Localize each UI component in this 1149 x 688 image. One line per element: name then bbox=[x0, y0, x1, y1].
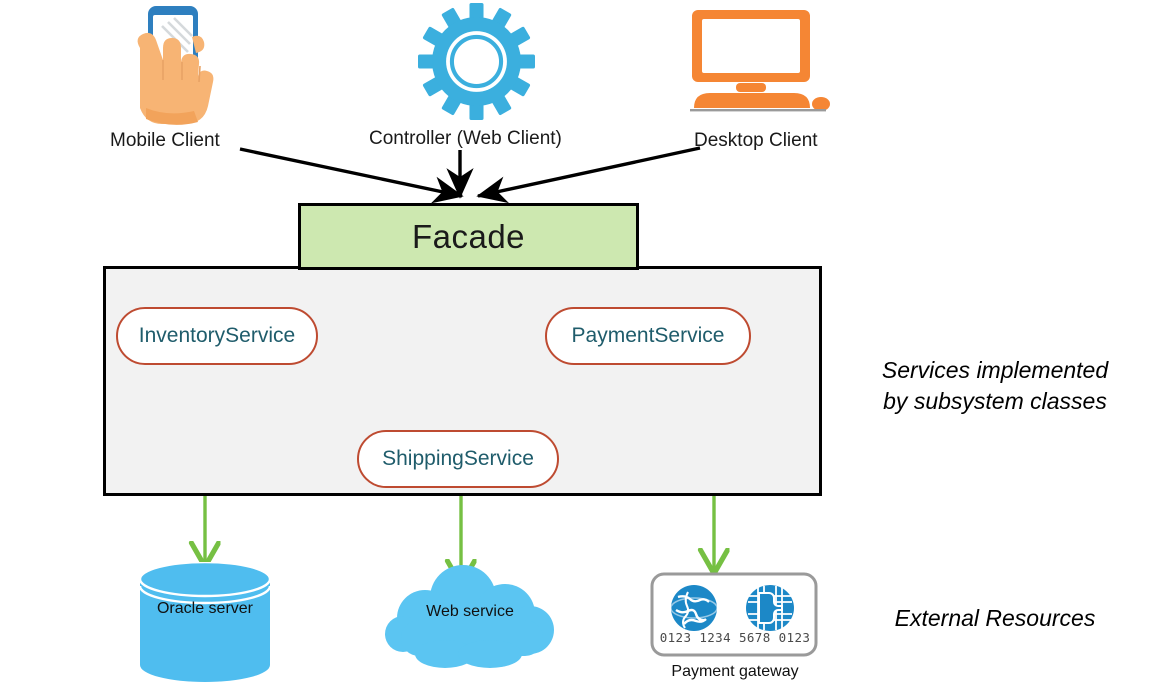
annotation-services-note: Services implemented by subsystem classe… bbox=[850, 355, 1140, 417]
resource-label-gateway: Payment gateway bbox=[671, 663, 799, 680]
client-label-mobile: Mobile Client bbox=[110, 130, 220, 151]
annotation-external-note: External Resources bbox=[894, 605, 1096, 631]
client-label-controller: Controller (Web Client) bbox=[369, 128, 562, 149]
hand-holding-phone-icon bbox=[118, 4, 248, 129]
annotation-services-line1: Services implemented bbox=[881, 357, 1109, 383]
service-label-payment: PaymentService bbox=[571, 324, 725, 347]
desktop-monitor-icon bbox=[686, 10, 836, 115]
client-label-desktop: Desktop Client bbox=[694, 130, 818, 151]
service-label-shipping: ShippingService bbox=[382, 447, 534, 470]
arrow-desktop-to-facade bbox=[476, 146, 701, 204]
resource-label-webservice: Web service bbox=[426, 603, 514, 620]
service-node-payment[interactable]: PaymentService bbox=[545, 307, 751, 365]
facade-label: Facade bbox=[411, 217, 526, 255]
database-cylinder-icon bbox=[137, 560, 273, 682]
diagram-canvas: Mobile Client Controller (Web Client) De… bbox=[0, 0, 1149, 688]
resource-label-oracle: Oracle server bbox=[156, 600, 254, 617]
service-node-inventory[interactable]: InventoryService bbox=[116, 307, 318, 365]
arrow-mobile-to-facade bbox=[239, 147, 464, 204]
service-node-shipping[interactable]: ShippingService bbox=[357, 430, 559, 488]
annotation-services-line2: by subsystem classes bbox=[883, 388, 1107, 415]
service-label-inventory: InventoryService bbox=[138, 324, 296, 347]
credit-card-number: 0123 1234 5678 0123 bbox=[659, 630, 811, 645]
facade-box[interactable]: Facade bbox=[298, 203, 639, 270]
gear-icon bbox=[418, 3, 535, 120]
